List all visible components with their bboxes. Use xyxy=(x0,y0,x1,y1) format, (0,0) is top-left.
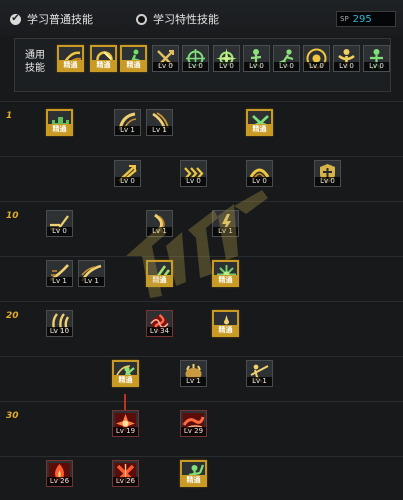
row-divider xyxy=(0,156,403,157)
skill-level-label: Lv 19 xyxy=(113,427,138,436)
tab-label: 学习普通技能 xyxy=(27,13,93,26)
common-skill-wind-slash[interactable]: 精通 xyxy=(57,45,84,72)
skill-level-label: Lv 10 xyxy=(47,327,72,336)
skill-level-label: Lv 0 xyxy=(304,62,329,71)
skill-level-label: Lv 0 xyxy=(214,62,239,71)
tab-label: 学习特性技能 xyxy=(153,13,219,26)
mastered-badge: 精通 xyxy=(214,325,237,335)
tree-skill-slash-arc[interactable]: Lv 1 xyxy=(114,109,141,136)
skill-points-label: SP xyxy=(340,15,349,23)
skill-level-label: Lv 0 xyxy=(183,62,208,71)
mastered-badge: 精通 xyxy=(92,60,115,70)
skill-level-label: Lv 1 xyxy=(181,377,206,386)
level-marker: 20 xyxy=(6,311,19,321)
level-marker: 1 xyxy=(6,111,13,121)
common-skill-target-ring[interactable]: Lv 0 xyxy=(303,45,330,72)
tree-skill-sweeping-blade[interactable]: Lv 1 xyxy=(46,260,73,287)
level-marker: 10 xyxy=(6,211,19,221)
tree-skill-red-wave[interactable]: Lv 29 xyxy=(180,410,207,437)
tree-skill-beast-claw[interactable]: Lv 1 xyxy=(180,360,207,387)
tree-skill-red-cross[interactable]: Lv 26 xyxy=(112,460,139,487)
row-divider xyxy=(0,356,403,357)
skill-level-label: Lv 0 xyxy=(47,227,72,236)
tree-skill-green-warrior[interactable]: 精通 xyxy=(180,460,207,487)
skill-level-label: Lv 1 xyxy=(79,277,104,286)
watermark-logo xyxy=(126,190,268,298)
skill-level-label: Lv 0 xyxy=(153,62,178,71)
level-marker: 30 xyxy=(6,411,19,421)
row-divider xyxy=(0,401,403,402)
skill-level-label: Lv 0 xyxy=(315,177,340,186)
skill-level-label: Lv 26 xyxy=(47,477,72,486)
tree-skill-flying-slash[interactable]: Lv 0 xyxy=(114,160,141,187)
common-skill-spin-slash[interactable]: 精通 xyxy=(90,45,117,72)
skill-points-value: 295 xyxy=(352,13,372,25)
skill-level-label: Lv 0 xyxy=(247,177,272,186)
skill-points-display: SP 295 xyxy=(336,11,396,27)
tree-skill-arc-sweep[interactable]: Lv 0 xyxy=(246,160,273,187)
tree-skill-red-flame[interactable]: Lv 26 xyxy=(46,460,73,487)
tree-skill-swirl-hero[interactable]: 精通 xyxy=(112,360,139,387)
tree-skill-meditation[interactable]: 精通 xyxy=(212,310,239,337)
common-skill-muscle-figure[interactable]: Lv 0 xyxy=(333,45,360,72)
tree-skill-twin-blade[interactable]: Lv 10 xyxy=(46,310,73,337)
tree-skill-red-burst[interactable]: Lv 19 xyxy=(112,410,139,437)
skill-level-label: Lv 34 xyxy=(147,327,172,336)
mastered-badge: 精通 xyxy=(182,475,205,485)
common-skill-dash-figure[interactable]: Lv 0 xyxy=(273,45,300,72)
tab-learn-special-skills[interactable]: 学习特性技能 xyxy=(136,9,219,29)
tree-skill-shield-cross[interactable]: Lv 0 xyxy=(314,160,341,187)
skill-level-label: Lv 0 xyxy=(181,177,206,186)
tree-skill-triple-chevron[interactable]: Lv 0 xyxy=(180,160,207,187)
skill-level-label: Lv 0 xyxy=(364,62,389,71)
mastered-badge: 精通 xyxy=(248,124,271,134)
skill-level-label: Lv 0 xyxy=(274,62,299,71)
tree-skill-leaf-burst[interactable]: 精通 xyxy=(246,109,273,136)
skill-connector xyxy=(124,394,126,410)
mastered-badge: 精通 xyxy=(114,375,137,385)
skill-level-label: Lv 0 xyxy=(334,62,359,71)
tree-skill-claw-slash[interactable]: Lv 1 xyxy=(146,109,173,136)
tree-skill-castle[interactable]: 精通 xyxy=(46,109,73,136)
mastered-badge: 精通 xyxy=(59,60,82,70)
tab-learn-normal-skills[interactable]: ✔ 学习普通技能 xyxy=(10,9,93,29)
mastered-badge: 精通 xyxy=(48,124,71,134)
skill-level-label: Lv 0 xyxy=(115,177,140,186)
common-skill-crosshair[interactable]: Lv 0 xyxy=(182,45,209,72)
skill-level-label: Lv 26 xyxy=(113,477,138,486)
mastered-badge: 精通 xyxy=(122,60,145,70)
tree-skill-red-vortex[interactable]: Lv 34 xyxy=(146,310,173,337)
skill-level-label: Lv 1 xyxy=(47,277,72,286)
skill-level-label: Lv 0 xyxy=(244,62,269,71)
common-skills-label: 通用技能 xyxy=(25,50,45,74)
skill-level-label: Lv 29 xyxy=(181,427,206,436)
row-divider xyxy=(0,456,403,457)
tree-skill-wind-blade[interactable]: Lv 1 xyxy=(78,260,105,287)
checkmark-icon: ✔ xyxy=(10,13,21,25)
common-skill-guard-figure[interactable]: Lv 0 xyxy=(243,45,270,72)
common-skill-crossed-arrows[interactable]: Lv 0 xyxy=(152,45,179,72)
skill-level-label: Lv 1 xyxy=(147,126,172,135)
tree-skill-spear-thrust[interactable]: Lv 1 xyxy=(246,360,273,387)
tree-skill-dash-slash[interactable]: Lv 0 xyxy=(46,210,73,237)
row-divider xyxy=(0,101,403,102)
common-skill-running-figure[interactable]: 精通 xyxy=(120,45,147,72)
radio-icon xyxy=(136,13,147,25)
skill-level-label: Lv 1 xyxy=(115,126,140,135)
skill-level-label: Lv 1 xyxy=(247,377,272,386)
common-skill-buff-figure[interactable]: Lv 0 xyxy=(363,45,390,72)
common-skill-crosshair-star[interactable]: Lv 0 xyxy=(213,45,240,72)
